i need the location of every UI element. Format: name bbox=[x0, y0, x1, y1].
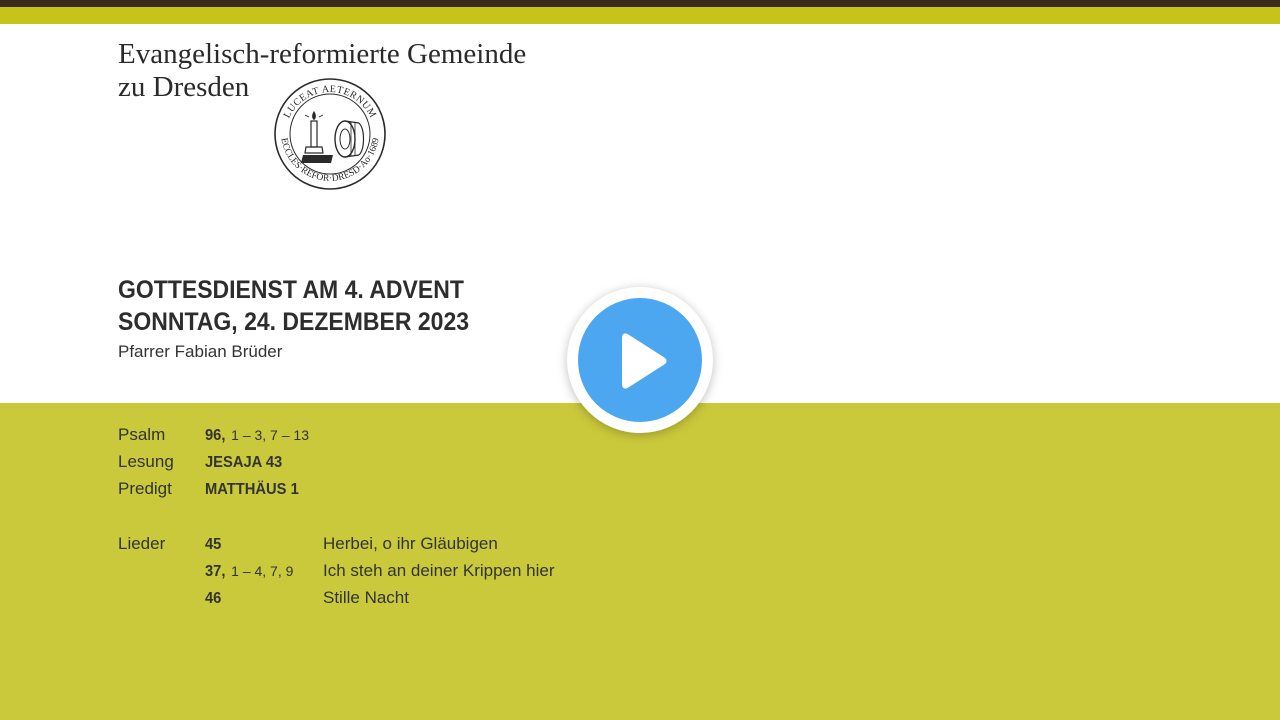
reading-reference: JESAJA 43 bbox=[205, 451, 289, 474]
top-stripe-dark bbox=[0, 0, 1280, 7]
church-seal-logo: LUCEAT AETERNUM ECCLES·REFOR·DRESD·Ao·16… bbox=[274, 78, 386, 190]
song-title: Herbei, o ihr Gläubigen bbox=[323, 534, 498, 553]
reading-ref-verses: 1 – 3, 7 – 13 bbox=[227, 427, 309, 443]
reading-label: Psalm bbox=[118, 425, 166, 444]
reading-label: Lesung bbox=[118, 452, 174, 471]
org-name-line1: Evangelisch-reformierte Gemeinde bbox=[118, 38, 527, 70]
program-panel bbox=[0, 403, 1280, 720]
pastor-name: Pfarrer Fabian Brüder bbox=[118, 342, 283, 361]
service-title: GOTTESDIENST AM 4. ADVENT SONNTAG, 24. D… bbox=[118, 274, 469, 338]
song-number: 45 bbox=[205, 533, 223, 556]
svg-text:LUCEAT AETERNUM: LUCEAT AETERNUM bbox=[282, 84, 378, 120]
song-number-bold: 37, bbox=[205, 563, 226, 580]
song-verses: 1 – 4, 7, 9 bbox=[227, 563, 294, 579]
service-date: SONNTAG, 24. DEZEMBER 2023 bbox=[118, 308, 470, 336]
play-icon bbox=[622, 333, 667, 389]
play-button[interactable] bbox=[567, 287, 713, 433]
song-number-bold: 46 bbox=[205, 590, 222, 607]
service-title-line1: GOTTESDIENST AM 4. ADVENT bbox=[118, 276, 464, 304]
reading-label: Predigt bbox=[118, 479, 172, 498]
reading-reference: 96, 1 – 3, 7 – 13 bbox=[205, 424, 309, 447]
top-stripe-lime bbox=[0, 7, 1280, 24]
play-button-circle[interactable] bbox=[578, 298, 702, 422]
reading-ref-bold: 96, bbox=[205, 427, 226, 444]
song-title: Ich steh an deiner Krippen hier bbox=[323, 561, 555, 580]
reading-ref-bold: JESAJA 43 bbox=[205, 454, 283, 471]
seal-top-text: LUCEAT AETERNUM bbox=[282, 84, 378, 120]
song-number: 37, 1 – 4, 7, 9 bbox=[205, 560, 293, 583]
reading-ref-bold: MATTHÄUS 1 bbox=[205, 481, 299, 498]
song-number-bold: 45 bbox=[205, 536, 222, 553]
songs-label: Lieder bbox=[118, 534, 166, 553]
song-title: Stille Nacht bbox=[323, 588, 409, 607]
reading-reference: MATTHÄUS 1 bbox=[205, 478, 307, 501]
song-number: 46 bbox=[205, 587, 223, 610]
